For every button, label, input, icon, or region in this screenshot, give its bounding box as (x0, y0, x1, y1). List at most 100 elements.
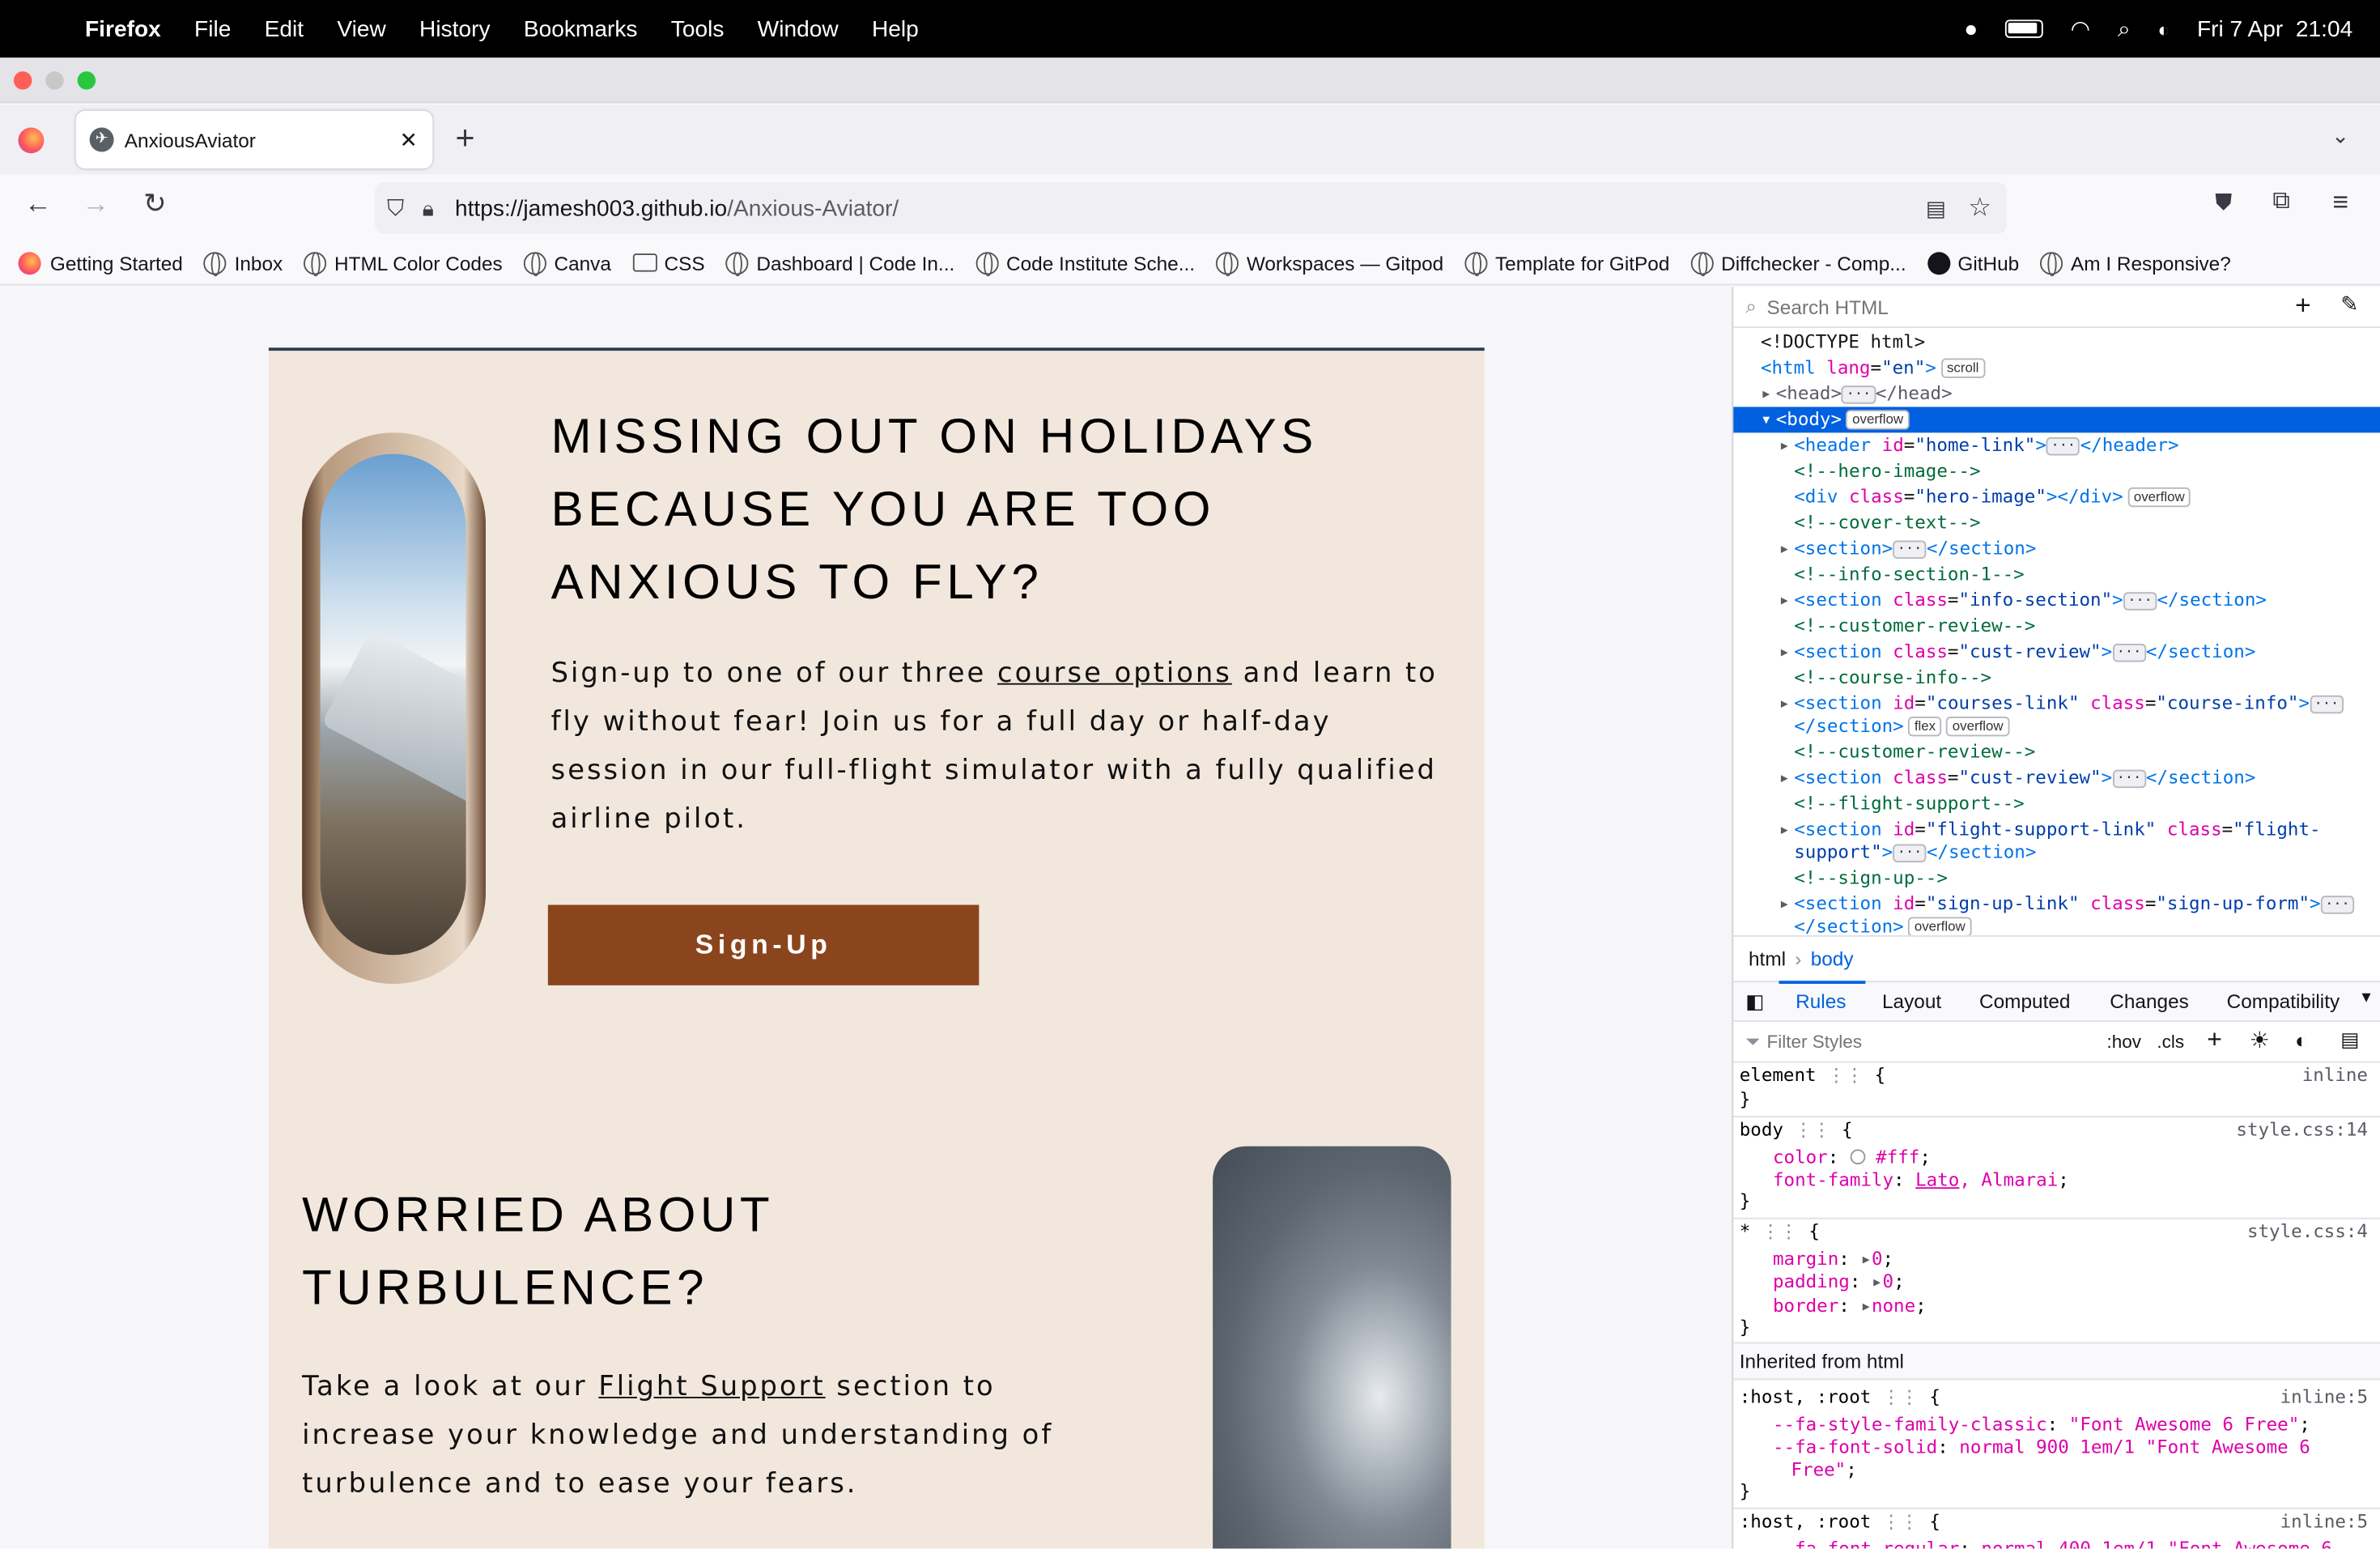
bookmark-dashboard[interactable]: Dashboard | Code In... (725, 251, 954, 276)
breadcrumb-html[interactable]: html (1749, 947, 1786, 970)
pocket-icon[interactable]: ⛊ (2204, 189, 2244, 215)
markup-line[interactable]: ▸ <section id="flight-support-link" class… (1733, 817, 2380, 843)
markup-line[interactable]: <html lang="en"> scroll (1733, 355, 2380, 381)
menu-view[interactable]: View (337, 16, 385, 42)
tab-anxious-aviator[interactable]: ✈ AnxiousAviator ✕ (75, 110, 433, 169)
zoom-window-button[interactable] (77, 71, 96, 90)
hamburger-menu-icon[interactable]: ≡ (2321, 187, 2361, 219)
rule-declaration[interactable]: font-family: Lato, Almarai; (1740, 1169, 2374, 1192)
rule-declaration[interactable]: color: #fff; (1740, 1147, 2374, 1169)
close-window-button[interactable] (13, 71, 32, 90)
bookmark-getting-started[interactable]: Getting Started (18, 251, 183, 274)
markup-line[interactable]: ▸ <header id="home-link"> ··· </header> (1733, 432, 2380, 458)
bookmark-folder-css[interactable]: CSS (632, 251, 705, 274)
status-app-icon[interactable]: ● (1964, 16, 1978, 42)
bookmark-html-color-codes[interactable]: HTML Color Codes (304, 251, 503, 276)
markup-line[interactable]: <div class="hero-image"></div> overflow (1733, 484, 2380, 510)
scroll-badge[interactable]: scroll (1940, 358, 1985, 378)
overflow-badge[interactable]: overflow (1908, 917, 1972, 937)
tab-compatibility[interactable]: Compatibility (2227, 990, 2340, 1013)
breadcrumb-body[interactable]: body (1811, 947, 1854, 970)
filter-styles-input[interactable] (1766, 1029, 2071, 1054)
element-picker-icon[interactable]: ✎ (2340, 292, 2358, 317)
toggle-pane-icon[interactable]: ◧ (1745, 990, 1764, 1015)
overflow-badge[interactable]: overflow (1846, 410, 1910, 430)
menu-file[interactable]: File (194, 16, 231, 42)
markup-line[interactable]: ▸ <section id="courses-link" class="cours… (1733, 691, 2380, 717)
bookmark-template-gitpod[interactable]: Template for GitPod (1464, 251, 1669, 276)
forward-icon[interactable]: → (76, 189, 116, 220)
dark-scheme-icon[interactable]: ◐ (2295, 1028, 2308, 1052)
menu-edit[interactable]: Edit (265, 16, 304, 42)
rule-source[interactable]: style.css:14 (2236, 1119, 2368, 1142)
bookmark-canva[interactable]: Canva (523, 251, 611, 276)
rule-source[interactable]: style.css:4 (2247, 1221, 2368, 1244)
rule-host-root-selector[interactable]: :host, :root ⋮⋮ {inline:5 (1740, 1386, 2374, 1409)
markup-line[interactable]: ▸ <section class="cust-review"> ··· </secti… (1733, 639, 2380, 665)
markup-line[interactable]: ▸ <section class="info-section"> ··· </sect… (1733, 588, 2380, 614)
add-node-icon[interactable]: + (2295, 290, 2311, 321)
bookmark-inbox[interactable]: Inbox (204, 251, 283, 276)
close-tab-icon[interactable]: ✕ (400, 127, 418, 153)
battery-icon[interactable] (2005, 19, 2043, 38)
markup-line[interactable]: <!--customer-review--> (1733, 739, 2380, 765)
markup-line[interactable]: <!--hero-image--> (1733, 458, 2380, 484)
rule-body-selector[interactable]: body ⋮⋮ {style.css:14 (1740, 1119, 2374, 1142)
markup-line[interactable]: <!--info-section-1--> (1733, 562, 2380, 588)
markup-line[interactable]: <!--sign-up--> (1733, 866, 2380, 892)
hov-toggle[interactable]: :hov (2107, 1031, 2142, 1052)
markup-line[interactable]: support"> ··· </section> (1733, 840, 2380, 866)
bookmark-github[interactable]: GitHub (1927, 251, 2019, 274)
markup-line[interactable]: <!--customer-review--> (1733, 614, 2380, 640)
rule-declaration[interactable]: --fa-style-family-classic: "Font Awesome… (1740, 1414, 2374, 1436)
lock-icon[interactable]: 🔒︎ (423, 195, 434, 221)
rule-declaration[interactable]: --fa-font-solid: normal 900 1em/1 "Font … (1740, 1436, 2374, 1459)
markup-line[interactable]: </section> flex overflow (1733, 713, 2380, 739)
bookmark-am-i-responsive[interactable]: Am I Responsive? (2040, 251, 2231, 276)
tab-rules[interactable]: Rules (1796, 990, 1846, 1013)
back-icon[interactable]: ← (19, 189, 58, 220)
menu-app-name[interactable]: Firefox (85, 16, 161, 42)
tab-layout[interactable]: Layout (1882, 990, 1941, 1013)
flight-support-link[interactable]: Flight Support (598, 1371, 825, 1402)
overflow-badge[interactable]: overflow (2127, 487, 2191, 508)
rule-declaration[interactable]: --fa-font-regular: normal 400 1em/1 "Fon… (1740, 1538, 2374, 1548)
light-scheme-icon[interactable]: ☀ (2250, 1027, 2270, 1053)
spotlight-search-icon[interactable]: ⌕ (2118, 16, 2131, 42)
sign-up-button[interactable]: Sign-Up (547, 904, 980, 985)
extensions-icon[interactable]: ⧉ (2262, 189, 2301, 216)
reader-view-icon[interactable]: ▤ (1926, 195, 1946, 221)
menu-window[interactable]: Window (758, 16, 839, 42)
menu-help[interactable]: Help (872, 16, 919, 42)
more-tabs-icon[interactable]: ▼ (2359, 990, 2374, 1007)
rule-source[interactable]: inline (2302, 1064, 2368, 1087)
bookmark-code-institute[interactable]: Code Institute Sche... (975, 251, 1195, 276)
menu-tools[interactable]: Tools (671, 16, 725, 42)
tab-changes[interactable]: Changes (2110, 990, 2189, 1013)
menubar-datetime[interactable]: Fri 7 Apr 21:04 (2197, 16, 2352, 42)
html-search-input[interactable] (1766, 292, 2268, 321)
reload-icon[interactable]: ↻ (135, 189, 175, 220)
markup-line[interactable]: ▸ <head> ··· </head> (1733, 381, 2380, 407)
control-center-icon[interactable]: ◐ (2157, 18, 2170, 40)
rule-source[interactable]: inline:5 (2280, 1511, 2368, 1534)
new-tab-icon[interactable]: + (456, 118, 475, 158)
course-options-link[interactable]: course options (997, 657, 1232, 689)
markup-line[interactable]: ▸ <section class="cust-review"> ··· </secti… (1733, 765, 2380, 791)
list-all-tabs-icon[interactable]: ⌄ (2331, 123, 2349, 149)
markup-line-selected-body[interactable]: ▾ <body> overflow (1733, 406, 2380, 433)
markup-line[interactable]: <!--course-info--> (1733, 665, 2380, 691)
url-bar[interactable]: ⛉ 🔒︎ https://jamesh003.github.io/Anxious… (375, 182, 2007, 234)
rule-host-root-selector[interactable]: :host, :root ⋮⋮ {inline:5 (1740, 1511, 2374, 1534)
flex-badge[interactable]: flex (1908, 717, 1942, 737)
markup-line[interactable]: ▸ <section> ··· </section> (1733, 536, 2380, 562)
tab-computed[interactable]: Computed (1979, 990, 2070, 1013)
rule-element-selector[interactable]: element ⋮⋮ {inline (1740, 1064, 2374, 1087)
overflow-badge[interactable]: overflow (1946, 717, 2010, 737)
firefox-view-icon[interactable] (18, 127, 45, 154)
menu-history[interactable]: History (419, 16, 491, 42)
wifi-icon[interactable]: ◠ (2071, 15, 2091, 43)
rule-source[interactable]: inline:5 (2280, 1386, 2368, 1409)
bookmark-workspaces-gitpod[interactable]: Workspaces — Gitpod (1216, 251, 1443, 276)
cls-toggle[interactable]: .cls (2157, 1031, 2184, 1052)
